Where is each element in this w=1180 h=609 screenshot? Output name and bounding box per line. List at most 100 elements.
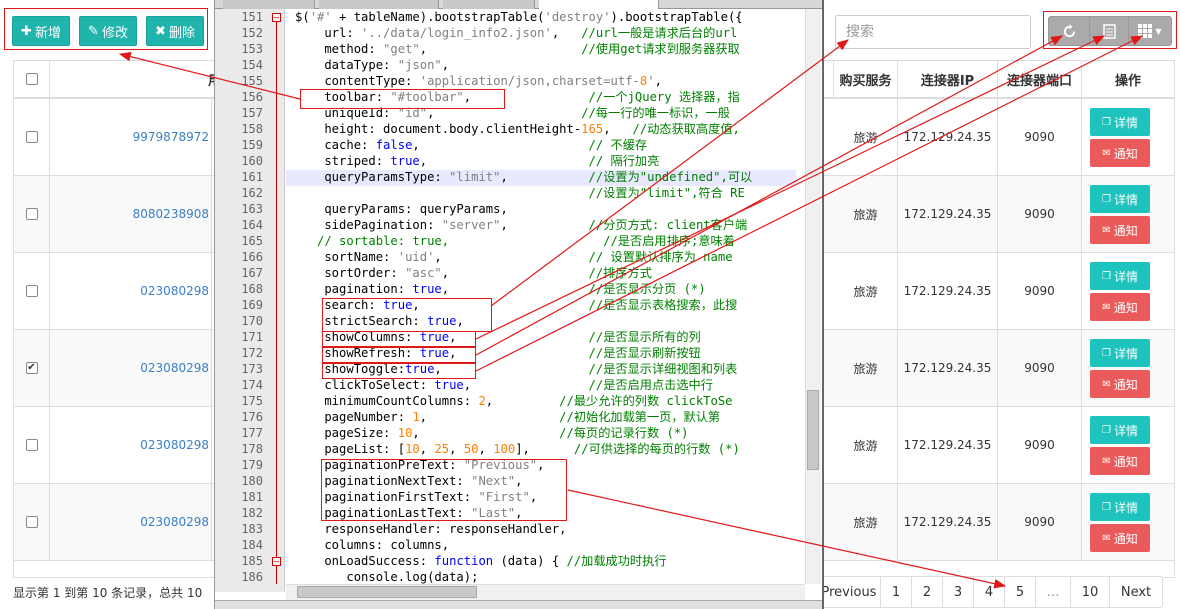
notify-button[interactable]: ✉ 通知 bbox=[1090, 370, 1150, 398]
code-line: sortOrder: "asc", //排序方式 bbox=[295, 266, 652, 280]
editor-tab[interactable] bbox=[223, 0, 315, 9]
line-number: 156 bbox=[241, 90, 263, 104]
row-checkbox[interactable] bbox=[25, 208, 38, 220]
editor-tab[interactable] bbox=[443, 0, 535, 9]
notify-button[interactable]: ✉ 通知 bbox=[1090, 216, 1150, 244]
copy-icon: ❐ bbox=[1102, 270, 1111, 282]
uid-cell[interactable]: 023080298 bbox=[50, 407, 212, 483]
row-checkbox[interactable] bbox=[25, 131, 38, 143]
service-cell: 旅游 bbox=[834, 330, 898, 406]
detail-button[interactable]: ❐ 详情 bbox=[1090, 108, 1150, 136]
code-line: queryParams: queryParams, bbox=[295, 202, 508, 216]
detail-button[interactable]: ❐ 详情 bbox=[1090, 339, 1150, 367]
row-checkbox[interactable] bbox=[25, 439, 38, 451]
copy-icon: ❐ bbox=[1102, 501, 1111, 513]
detail-button[interactable]: ❐ 详情 bbox=[1090, 416, 1150, 444]
row-checkbox[interactable] bbox=[25, 516, 38, 528]
annotation-box-search bbox=[322, 298, 492, 332]
row-select-cell[interactable] bbox=[14, 176, 50, 252]
row-select-cell[interactable] bbox=[14, 407, 50, 483]
row-checkbox[interactable]: ✔ bbox=[25, 362, 38, 374]
header-service[interactable]: 购买服务 bbox=[834, 61, 898, 99]
caret-down-icon: ▼ bbox=[1155, 26, 1162, 36]
row-select-cell[interactable]: ✔ bbox=[14, 330, 50, 406]
search-input[interactable] bbox=[835, 15, 1031, 49]
header-ip[interactable]: 连接器IP bbox=[898, 61, 998, 99]
detail-button[interactable]: ❐ 详情 bbox=[1090, 185, 1150, 213]
uid-cell[interactable]: 8080238908 bbox=[50, 176, 212, 252]
code-line: contentType: 'application/json,charset=u… bbox=[295, 74, 662, 88]
add-button[interactable]: ✚ 新增 bbox=[12, 16, 70, 46]
detail-button[interactable]: ❐ 详情 bbox=[1090, 262, 1150, 290]
header-port[interactable]: 连接器端口 bbox=[998, 61, 1082, 99]
table-tools-group: ▼ bbox=[1043, 11, 1177, 49]
horizontal-scroll-thumb[interactable] bbox=[297, 586, 477, 598]
code-editor-window: 151 152 153 154 155 156 157 158 159 160 161 162 163 1… bbox=[214, 0, 824, 609]
annotation-box-toolbar bbox=[300, 89, 505, 109]
uid-cell[interactable]: 9979878972 bbox=[50, 99, 212, 175]
line-number: 167 bbox=[241, 266, 263, 280]
row-select-cell[interactable] bbox=[14, 99, 50, 175]
code-line: onLoadSuccess: function (data) { //加载成功时… bbox=[295, 554, 667, 568]
row-select-cell[interactable] bbox=[14, 253, 50, 329]
service-cell: 旅游 bbox=[834, 407, 898, 483]
code-line: columns: columns, bbox=[295, 538, 450, 552]
header-select-all[interactable] bbox=[14, 61, 50, 99]
ip-cell: 172.129.24.35 bbox=[898, 253, 998, 329]
notify-button[interactable]: ✉ 通知 bbox=[1090, 139, 1150, 167]
vertical-scroll-thumb[interactable] bbox=[807, 390, 819, 470]
header-actions: 操作 bbox=[1082, 61, 1174, 99]
row-checkbox[interactable] bbox=[25, 285, 38, 297]
detail-label: 详情 bbox=[1113, 500, 1138, 515]
line-number: 182 bbox=[241, 506, 263, 520]
line-number: 159 bbox=[241, 138, 263, 152]
editor-tab[interactable] bbox=[319, 0, 439, 9]
notify-button[interactable]: ✉ 通知 bbox=[1090, 293, 1150, 321]
line-number: 176 bbox=[241, 410, 263, 424]
line-number: 169 bbox=[241, 298, 263, 312]
select-all-checkbox[interactable] bbox=[25, 73, 38, 85]
pencil-icon: ✎ bbox=[88, 23, 99, 39]
edit-button[interactable]: ✎ 修改 bbox=[79, 16, 137, 46]
line-number: 165 bbox=[241, 234, 263, 248]
pager-page-3[interactable]: 3 bbox=[942, 576, 974, 608]
line-number: 184 bbox=[241, 538, 263, 552]
row-select-cell[interactable] bbox=[14, 484, 50, 560]
pager-page-1[interactable]: 1 bbox=[880, 576, 912, 608]
fold-marker[interactable]: − bbox=[272, 557, 281, 566]
copy-icon: ❐ bbox=[1102, 424, 1111, 436]
line-number: 186 bbox=[241, 570, 263, 584]
pager-page-2[interactable]: 2 bbox=[911, 576, 943, 608]
uid-cell[interactable]: 023080298 bbox=[50, 484, 212, 560]
notify-button[interactable]: ✉ 通知 bbox=[1090, 447, 1150, 475]
port-cell: 9090 bbox=[998, 176, 1082, 252]
line-number: 174 bbox=[241, 378, 263, 392]
fold-marker[interactable]: − bbox=[272, 13, 281, 22]
toggle-view-button[interactable] bbox=[1089, 16, 1129, 46]
pager-page-10[interactable]: 10 bbox=[1070, 576, 1110, 608]
vertical-scrollbar[interactable] bbox=[805, 9, 821, 584]
line-number: 164 bbox=[241, 218, 263, 232]
editor-tab-active[interactable] bbox=[539, 0, 659, 9]
detail-button[interactable]: ❐ 详情 bbox=[1090, 493, 1150, 521]
pager-page-4[interactable]: 4 bbox=[973, 576, 1005, 608]
line-number: 180 bbox=[241, 474, 263, 488]
envelope-icon: ✉ bbox=[1102, 378, 1111, 390]
delete-label: 删除 bbox=[168, 25, 195, 41]
notify-button[interactable]: ✉ 通知 bbox=[1090, 524, 1150, 552]
port-cell: 9090 bbox=[998, 253, 1082, 329]
port-cell: 9090 bbox=[998, 407, 1082, 483]
uid-cell[interactable]: 023080298 bbox=[50, 253, 212, 329]
code-line: sortName: 'uid', // 设置默认排序为 name bbox=[295, 250, 733, 264]
columns-dropdown-button[interactable]: ▼ bbox=[1128, 16, 1172, 46]
pager-page-5[interactable]: 5 bbox=[1004, 576, 1036, 608]
pager-previous[interactable]: Previous bbox=[817, 576, 881, 608]
pager-next[interactable]: Next bbox=[1109, 576, 1163, 608]
ip-cell: 172.129.24.35 bbox=[898, 484, 998, 560]
uid-cell[interactable]: 023080298 bbox=[50, 330, 212, 406]
refresh-button[interactable] bbox=[1048, 16, 1090, 46]
service-cell: 旅游 bbox=[834, 253, 898, 329]
delete-button[interactable]: ✖ 删除 bbox=[146, 16, 204, 46]
code-line: $('#' + tableName).bootstrapTable('destr… bbox=[295, 10, 743, 24]
service-cell: 旅游 bbox=[834, 99, 898, 175]
